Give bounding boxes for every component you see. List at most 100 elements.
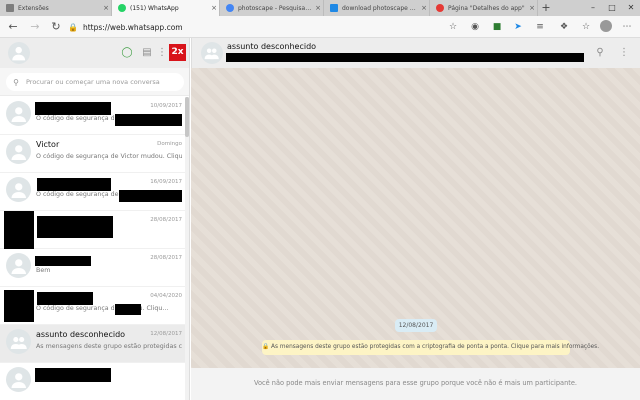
search-area: ⚲ [0,68,189,96]
extensions-icon [6,4,14,12]
chat-list-item[interactable]: 28/08/2017 [0,211,189,249]
redacted-name [37,292,93,305]
chat-list-item[interactable] [0,363,189,400]
tab-whatsapp[interactable]: (151) WhatsApp × [112,0,220,16]
collections-icon[interactable]: ❖ [557,20,571,34]
close-window-button[interactable]: ✕ [622,0,640,16]
person-icon [11,372,26,389]
close-tab-icon[interactable]: × [527,4,537,12]
not-participant-footer: Você não pode mais enviar mensagens para… [191,368,640,400]
extension-icon[interactable]: ≡ [533,20,547,34]
person-icon [11,258,26,275]
forward-icon[interactable]: → [27,19,43,35]
tab-label: download photoscape grátis [342,4,419,12]
chat-preview: O código de segurança de Victor mudou. C… [36,153,182,160]
whatsapp-icon [118,4,126,12]
person-icon [11,106,26,123]
group-avatar [6,329,31,354]
extension-icon[interactable]: ■ [490,20,504,34]
chat-list-item[interactable]: 16/09/2017 O código de segurança de [0,173,189,211]
chat-list-item[interactable]: 28/08/2017 Bem [0,249,189,287]
favorites-icon[interactable]: ☆ [579,20,593,34]
tab-app-details[interactable]: Página "Detalhes do app" × [430,0,538,16]
contact-avatar [6,367,31,392]
search-icon[interactable]: ⚲ [593,46,607,60]
chat-date: 28/08/2017 [150,255,182,261]
user-avatar[interactable] [8,42,30,64]
chat-list-scrollbar[interactable] [185,97,189,400]
redacted-name [35,368,111,382]
redacted-text [119,190,182,202]
back-icon[interactable]: ← [5,19,21,35]
extension-icon[interactable]: ◉ [468,20,482,34]
redacted-participants [226,53,584,62]
lock-icon: 🔒 [68,22,78,32]
chat-preview: Bem [36,267,51,274]
group-icon [10,336,27,349]
sidebar-header: ◯ ▤ ⋮ 2x [0,38,189,68]
contact-avatar [6,177,31,202]
chat-date: 04/04/2020 [150,293,182,299]
menu-icon[interactable]: ⋯ [620,20,634,34]
chat-date: 10/09/2017 [150,103,182,109]
url-field[interactable]: 🔒 https://web.whatsapp.com [68,19,438,35]
redacted-text [115,114,182,126]
download-icon [330,4,338,12]
tab-extensions[interactable]: Extensões × [0,0,112,16]
close-tab-icon[interactable]: × [313,4,323,12]
close-tab-icon[interactable]: × [101,4,111,12]
chat-preview: O código de segurança de mudou. Cliqu... [36,305,169,312]
conversation-title: assunto desconhecido [227,42,317,51]
redacted-text [115,304,141,315]
browser-tab-strip: Extensões × (151) WhatsApp × photoscape … [0,0,640,16]
menu-icon[interactable]: ⋮ [617,46,631,60]
contact-avatar [6,101,31,126]
scrollbar-thumb[interactable] [185,97,189,137]
chat-date: 12/08/2017 [150,331,182,337]
search-box[interactable]: ⚲ [6,73,184,91]
chat-date: 28/08/2017 [150,217,182,223]
redacted-name [37,178,111,191]
profile-avatar-icon[interactable] [599,19,613,33]
tab-google-search[interactable]: photoscape - Pesquisa Google × [220,0,324,16]
close-tab-icon[interactable]: × [419,4,429,12]
date-separator: 12/08/2017 [395,319,437,332]
menu-icon[interactable]: ⋮ [155,46,169,60]
conversation-header[interactable]: assunto desconhecido ⚲ ⋮ [191,38,640,68]
status-icon[interactable]: ◯ [120,46,134,60]
new-tab-button[interactable]: + [540,0,552,16]
close-tab-icon[interactable]: × [209,4,219,12]
chat-name: assunto desconhecido [36,330,126,339]
chat-date: 16/09/2017 [150,179,182,185]
tab-label: (151) WhatsApp [130,4,179,12]
person-icon [11,144,26,161]
chat-list-item-selected[interactable]: assunto desconhecido 12/08/2017 As mensa… [0,325,189,363]
contact-avatar [6,253,31,278]
redacted-avatar [4,290,34,322]
tab-label: photoscape - Pesquisa Google [238,4,313,12]
redacted-name [35,102,111,115]
encryption-notice[interactable]: 🔒 As mensagens deste grupo estão protegi… [262,340,599,355]
google-icon [226,4,234,12]
extension-icon[interactable]: ➤ [511,20,525,34]
person-icon [11,182,26,199]
star-icon[interactable]: ☆ [446,20,460,34]
new-chat-icon[interactable]: ▤ [140,46,154,60]
person-icon [12,47,26,61]
search-icon: ⚲ [13,77,19,87]
refresh-icon[interactable]: ↻ [48,19,64,35]
speed-badge[interactable]: 2x [169,44,186,61]
minimize-button[interactable]: – [584,0,602,16]
chat-list-item[interactable]: Victor Domingo O código de segurança de … [0,135,189,173]
maximize-button[interactable]: □ [603,0,621,16]
chat-list-item[interactable]: 10/09/2017 O código de segurança de [0,97,189,135]
search-input[interactable] [26,78,176,86]
tab-label: Extensões [18,4,49,12]
tab-download[interactable]: download photoscape grátis × [324,0,430,16]
tab-label: Página "Detalhes do app" [448,4,525,12]
conversation-panel: assunto desconhecido ⚲ ⋮ 12/08/2017 🔒 As… [191,38,640,400]
group-avatar[interactable] [201,42,223,64]
chat-list-item[interactable]: 04/04/2020 O código de segurança de mudo… [0,287,189,325]
chat-preview: As mensagens deste grupo estão protegida… [36,343,182,350]
redacted-name [37,216,113,238]
